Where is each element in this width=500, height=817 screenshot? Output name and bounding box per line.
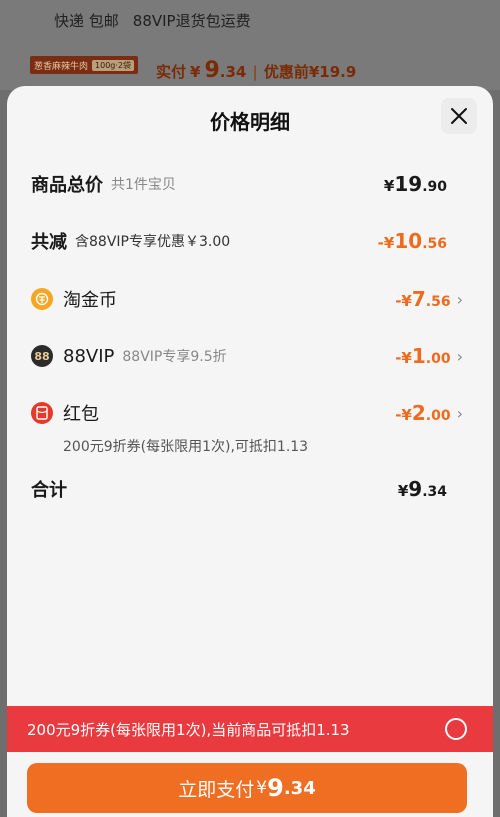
item-int: 7 (411, 287, 426, 311)
background-price: 实付 ¥ 9 .34 | 优惠前¥19.9 (156, 58, 356, 83)
chevron-right-icon: › (456, 289, 463, 309)
item-int: 2 (411, 401, 426, 425)
reduction-amount: -¥ 10 .56 (378, 229, 447, 253)
reduction-row: 共减 含88VIP专享优惠￥3.00 -¥ 10 .56 (7, 226, 493, 256)
item-amount: -¥ 2 .00 (395, 401, 450, 425)
subtotal-row: 合计 ¥ 9 .34 (7, 474, 493, 504)
total-amount: ¥ 19 .90 (384, 172, 447, 196)
total-int: 19 (394, 172, 423, 196)
actual-int: 9 (204, 58, 220, 83)
actual-label: 实付 (156, 63, 187, 81)
item-currency: -¥ (395, 349, 412, 367)
background-page: 快递 包邮 88VIP退货包运费 葱香麻辣牛肉 100g·2袋 实付 ¥ 9 .… (0, 0, 500, 90)
item-currency: -¥ (395, 292, 412, 310)
shipping-row: 快递 包邮 88VIP退货包运费 (0, 0, 500, 40)
price-detail-sheet: 价格明细 商品总价 共1件宝贝 ¥ 19 .90 共减 含88VIP专享优惠￥3… (7, 86, 493, 817)
price-separator: | (252, 63, 258, 81)
coupon-text: 200元9折券(每张限用1次),当前商品可抵扣1.13 (27, 720, 350, 739)
sheet-header: 价格明细 (7, 86, 493, 150)
total-currency: ¥ (383, 177, 395, 195)
pay-label: 立即支付 (178, 778, 255, 801)
reduction-currency: -¥ (377, 234, 395, 252)
reduction-dec: .56 (422, 236, 447, 252)
subtotal-currency: ¥ (397, 482, 409, 500)
item-dec: .56 (425, 294, 451, 310)
original-price: 优惠前¥19.9 (263, 63, 357, 81)
pay-currency: ¥ (256, 778, 268, 798)
chevron-right-icon: › (456, 346, 463, 366)
vip-icon: 88 (31, 345, 53, 367)
actual-dec: .34 (219, 63, 247, 81)
subtotal-dec: .34 (422, 484, 447, 500)
redpacket-note: 200元9折券(每张限用1次),可抵扣1.13 (63, 439, 309, 455)
item-int: 1 (411, 344, 426, 368)
sheet-title: 价格明细 (210, 110, 290, 134)
product-thumb-text: 葱香麻辣牛肉 (34, 61, 89, 72)
product-thumbnail: 葱香麻辣牛肉 100g·2袋 (30, 56, 138, 74)
close-icon (451, 108, 467, 124)
reduction-int: 10 (394, 229, 423, 253)
item-row-88vip[interactable]: 88 88VIP 88VIP专享9.5折 -¥ 1 .00 › (7, 341, 493, 371)
pay-int: 9 (267, 774, 284, 802)
item-row-redpacket[interactable]: 红包 -¥ 2 .00 › (7, 398, 493, 428)
item-label: 淘金币 (63, 290, 117, 311)
redpacket-icon (31, 402, 53, 424)
product-thumb-chip: 100g·2袋 (92, 59, 134, 71)
total-dec: .90 (422, 179, 447, 195)
subtotal-label: 合计 (31, 480, 67, 501)
shipping-label: 快递 包邮 (54, 11, 119, 30)
item-dec: .00 (425, 351, 451, 367)
pay-now-button[interactable]: 立即支付 ¥ 9 .34 (27, 763, 467, 813)
coupon-radio[interactable] (445, 718, 467, 740)
total-price-row: 商品总价 共1件宝贝 ¥ 19 .90 (7, 169, 493, 199)
total-label: 商品总价 (31, 175, 103, 196)
coin-icon (31, 288, 53, 310)
chevron-right-icon: › (456, 403, 463, 423)
reduction-label: 共减 (31, 232, 67, 253)
actual-currency: ¥ (190, 63, 201, 81)
reduction-sub: 含88VIP专享优惠￥3.00 (75, 234, 231, 250)
item-row-taojinbi[interactable]: 淘金币 -¥ 7 .56 › (7, 284, 493, 314)
coupon-bar[interactable]: 200元9折券(每张限用1次),当前商品可抵扣1.13 (7, 706, 493, 752)
item-dec: .00 (425, 408, 451, 424)
item-amount: -¥ 1 .00 (395, 344, 450, 368)
subtotal-amount: ¥ 9 .34 (398, 477, 447, 501)
item-amount: -¥ 7 .56 (395, 287, 450, 311)
return-label: 88VIP退货包运费 (132, 11, 251, 30)
item-label: 88VIP (63, 345, 115, 367)
item-sub: 88VIP专享9.5折 (122, 349, 227, 365)
item-label: 红包 (63, 404, 99, 425)
subtotal-int: 9 (408, 477, 423, 501)
close-button[interactable] (441, 98, 477, 134)
item-currency: -¥ (395, 406, 412, 424)
total-sub: 共1件宝贝 (111, 177, 176, 193)
pay-dec: .34 (283, 777, 316, 799)
